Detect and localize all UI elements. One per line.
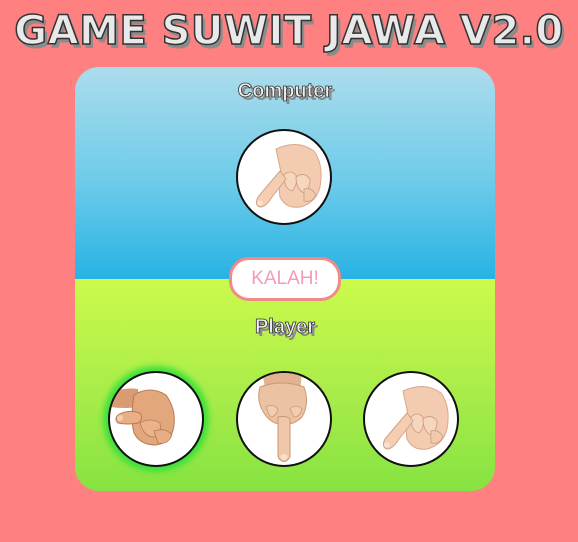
result-badge: KALAH! [229,257,341,301]
computer-label: Computer [237,80,333,103]
game-title: GAME SUWIT JAWA V2.0 [14,7,564,55]
player-label: Player [254,316,316,339]
player-option-little-finger-icon[interactable] [363,371,459,467]
computer-area: Computer [75,67,495,279]
computer-choice-little-finger-icon [236,129,332,225]
player-option-index-finger-icon[interactable] [236,371,332,467]
player-option-thumb-icon[interactable] [108,371,204,467]
game-board: Computer Player KALAH! [75,67,495,491]
